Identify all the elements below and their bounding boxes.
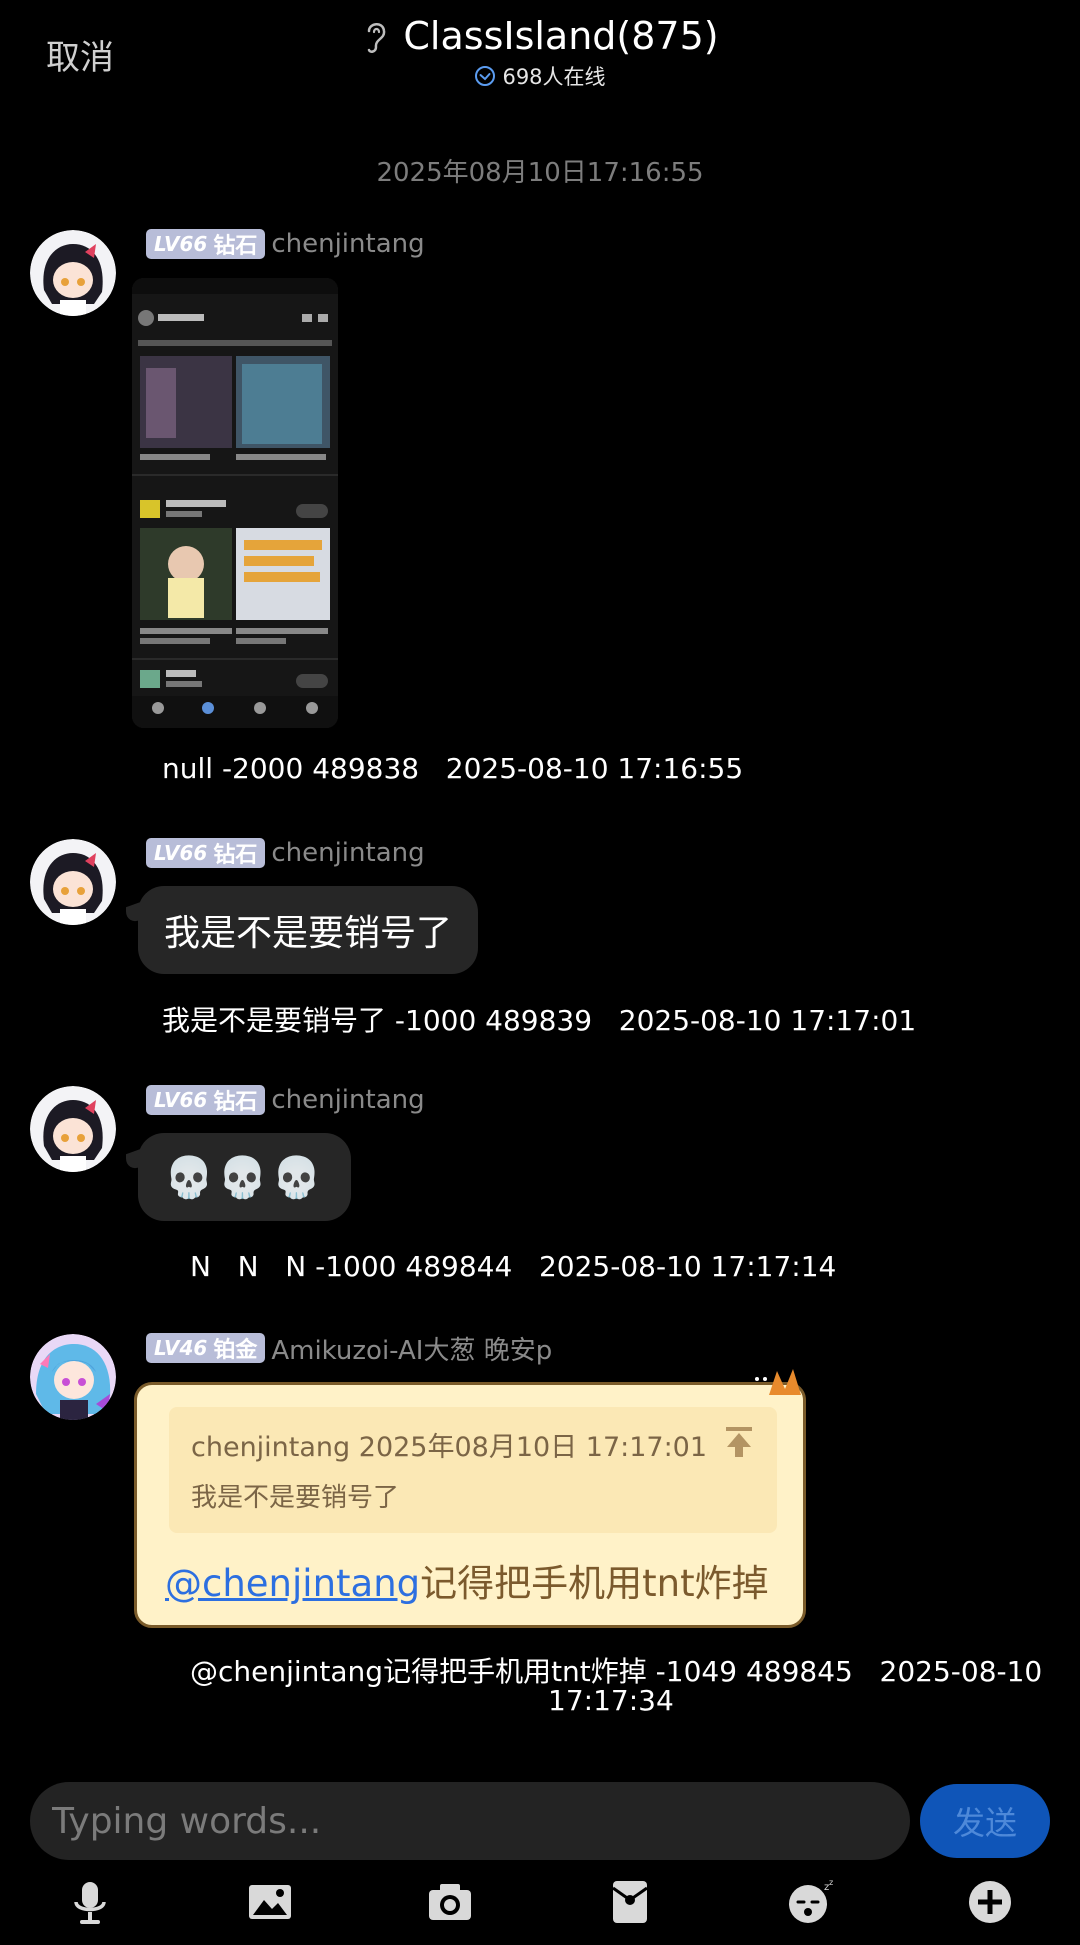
level-badge: LV66 钻石 (146, 838, 266, 868)
message-debug-line: 我是不是要销号了 -1000 489839 2025-08-10 17:17:0… (162, 1004, 917, 1037)
avatar[interactable] (30, 1086, 116, 1172)
cat-ears-decoration (755, 1369, 801, 1395)
message-bubble[interactable]: 💀💀💀 (138, 1133, 352, 1221)
sender-name[interactable]: chenjintang (271, 1085, 424, 1115)
sticker-icon[interactable]: z z (780, 1874, 840, 1930)
avatar[interactable] (30, 1334, 116, 1420)
sender-name[interactable]: chenjintang (271, 838, 424, 868)
date-separator: 2025年08月10日17:16:55 (376, 158, 704, 188)
avatar[interactable] (30, 230, 116, 316)
reply-text: @chenjintang记得把手机用tnt炸掉 (165, 1562, 769, 1605)
sender-name[interactable]: Amikuzoi-AI大葱 晚安p (271, 1330, 552, 1367)
hearing-icon (368, 23, 386, 53)
chat-header: 取消 ClassIsland(875) 698人在线 (0, 0, 1080, 110)
level-badge: LV66 钻石 (146, 1085, 266, 1115)
send-button[interactable]: 发送 (920, 1784, 1050, 1858)
sender-name[interactable]: chenjintang (271, 229, 424, 259)
level-badge: LV66 钻石 (146, 229, 266, 259)
mention-link[interactable]: @chenjintang (165, 1562, 420, 1605)
message-input[interactable] (30, 1782, 910, 1860)
camera-icon[interactable] (420, 1874, 480, 1930)
online-count: 698人在线 (502, 65, 606, 89)
microphone-icon[interactable] (60, 1874, 120, 1930)
title-block: ClassIsland(875) 698人在线 (0, 14, 1080, 91)
image-icon[interactable] (240, 1874, 300, 1930)
quote-text: 我是不是要销号了 (191, 1483, 400, 1513)
level-badge: LV46 铂金 (146, 1333, 266, 1363)
quoted-message[interactable]: chenjintang 2025年08月10日 17:17:01 我是不是要销号… (169, 1407, 777, 1533)
jump-to-top-icon[interactable] (723, 1425, 755, 1459)
plus-icon[interactable] (960, 1874, 1020, 1930)
message-debug-line: null -2000 489838 2025-08-10 17:16:55 (162, 752, 744, 785)
message-debug-line: N N N -1000 489844 2025-08-10 17:17:14 (190, 1250, 837, 1283)
reply-bubble[interactable]: chenjintang 2025年08月10日 17:17:01 我是不是要销号… (134, 1369, 806, 1628)
image-message[interactable] (132, 278, 338, 728)
bottom-toolbar: z z (0, 1874, 1080, 1934)
online-check-icon (475, 66, 496, 86)
message-bubble[interactable]: 我是不是要销号了 (138, 886, 479, 974)
svg-text:z: z (829, 1878, 833, 1887)
group-title[interactable]: ClassIsland(875) (403, 14, 718, 58)
avatar[interactable] (30, 839, 116, 925)
message-debug-line: 17:17:34 (548, 1684, 674, 1717)
quote-header: chenjintang 2025年08月10日 17:17:01 (191, 1432, 708, 1463)
red-packet-icon[interactable] (600, 1874, 660, 1930)
